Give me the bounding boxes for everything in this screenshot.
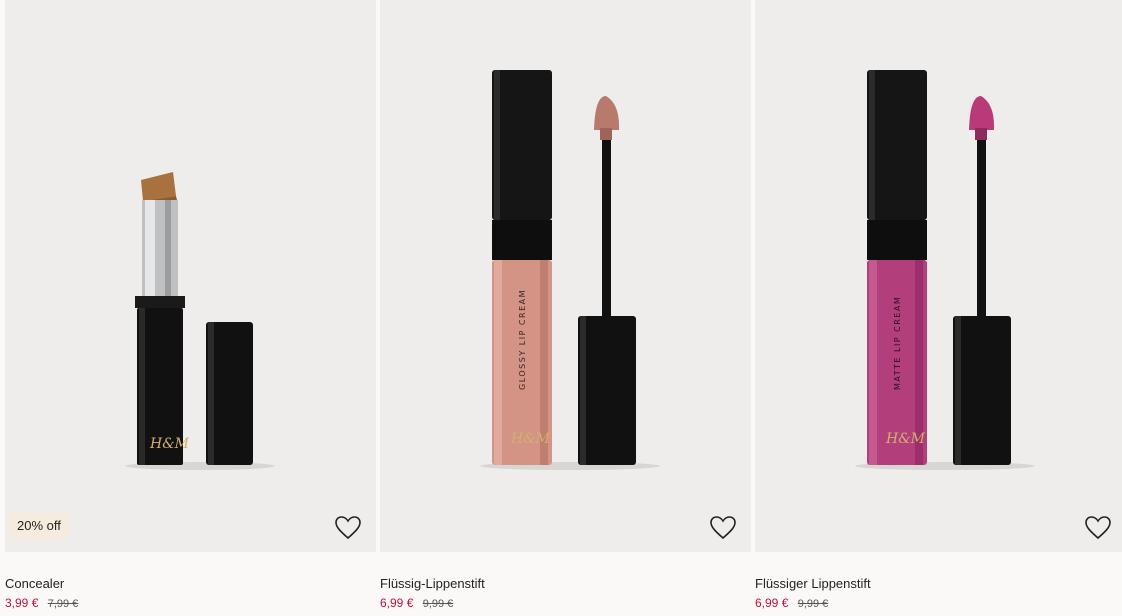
- concealer-image: H&M: [125, 172, 275, 470]
- product-info: Flüssiger Lippenstift 6,99 € 9,99 €: [755, 576, 1122, 611]
- product-name-link[interactable]: Flüssig-Lippenstift: [380, 576, 751, 592]
- original-price: 9,99 €: [797, 598, 829, 610]
- product-grid: H&M 20% off Concealer 3,99 € 7,99 € GLOS…: [0, 0, 1122, 616]
- favorite-heart-icon[interactable]: [709, 514, 737, 542]
- product-info: Flüssig-Lippenstift 6,99 € 9,99 €: [380, 576, 751, 611]
- tube-label: MATTE LIP CREAM: [893, 296, 902, 390]
- product-image[interactable]: H&M 20% off: [5, 0, 376, 552]
- glossy-lip-cream-image: GLOSSY LIP CREAM H&M: [480, 70, 660, 470]
- original-price: 9,99 €: [422, 598, 454, 610]
- product-name-link[interactable]: Concealer: [5, 576, 376, 592]
- product-card[interactable]: MATTE LIP CREAM H&M Flüssiger Lippenstif…: [755, 0, 1122, 616]
- sale-price: 3,99 €: [5, 596, 39, 610]
- brand-logo: H&M: [510, 431, 551, 447]
- favorite-heart-icon[interactable]: [1084, 514, 1112, 542]
- product-card[interactable]: H&M 20% off Concealer 3,99 € 7,99 €: [5, 0, 376, 616]
- price-row: 6,99 € 9,99 €: [380, 596, 751, 611]
- price-row: 6,99 € 9,99 €: [755, 596, 1122, 611]
- brand-logo: H&M: [149, 436, 190, 452]
- product-card[interactable]: GLOSSY LIP CREAM H&M Flüssig-Lippenstift…: [380, 0, 751, 616]
- product-info: Concealer 3,99 € 7,99 €: [5, 576, 376, 611]
- original-price: 7,99 €: [47, 598, 79, 610]
- price-row: 3,99 € 7,99 €: [5, 596, 376, 611]
- discount-badge: 20% off: [9, 513, 69, 539]
- tube-label: GLOSSY LIP CREAM: [518, 289, 527, 390]
- sale-price: 6,99 €: [380, 596, 414, 610]
- product-image[interactable]: MATTE LIP CREAM H&M: [755, 0, 1122, 552]
- sale-price: 6,99 €: [755, 596, 789, 610]
- product-image[interactable]: GLOSSY LIP CREAM H&M: [380, 0, 751, 552]
- product-name-link[interactable]: Flüssiger Lippenstift: [755, 576, 1122, 592]
- brand-logo: H&M: [885, 431, 926, 447]
- matte-lip-cream-image: MATTE LIP CREAM H&M: [855, 70, 1035, 470]
- favorite-heart-icon[interactable]: [334, 514, 362, 542]
